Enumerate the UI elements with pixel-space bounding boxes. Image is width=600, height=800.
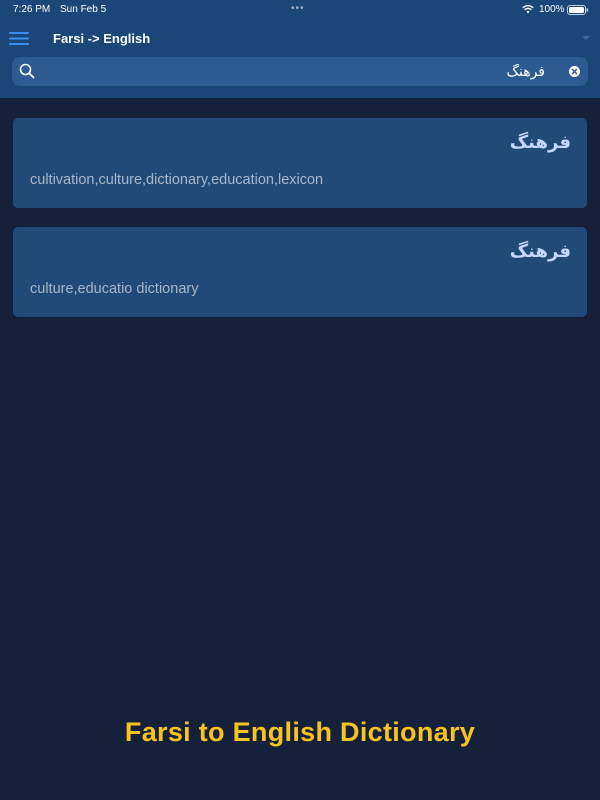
status-date: Sun Feb 5 [60, 4, 107, 15]
language-direction-title[interactable]: Farsi -> English [53, 31, 150, 46]
clear-x-icon[interactable] [569, 66, 580, 77]
result-term: فرهنگ [509, 241, 571, 262]
app-screen: 7:26 PM Sun Feb 5 ••• 100% Farsi -> Engl… [0, 0, 600, 800]
status-bar: 7:26 PM Sun Feb 5 ••• 100% [0, 0, 600, 20]
status-time: 7:26 PM [13, 4, 51, 15]
multitasking-dots[interactable]: ••• [291, 3, 305, 14]
wifi-icon [522, 4, 534, 14]
search-bar[interactable] [12, 57, 588, 86]
result-definition: culture,educatio dictionary [30, 281, 199, 297]
result-definition: cultivation,culture,dictionary,education… [30, 172, 324, 188]
result-card[interactable]: فرهنگ culture,educatio dictionary [13, 227, 587, 317]
hamburger-menu-icon[interactable] [9, 30, 31, 46]
search-input[interactable] [42, 61, 545, 82]
footer-title: Farsi to English Dictionary [124, 717, 476, 747]
chevron-down-icon[interactable] [581, 34, 591, 42]
header: 7:26 PM Sun Feb 5 ••• 100% Farsi -> Engl… [0, 0, 600, 98]
battery-icon [567, 5, 589, 15]
search-icon [19, 63, 35, 79]
result-term: فرهنگ [509, 132, 571, 153]
battery-percentage: 100% [539, 4, 565, 15]
result-card[interactable]: فرهنگ cultivation,culture,dictionary,edu… [13, 118, 587, 208]
nav-bar: Farsi -> English [0, 26, 600, 52]
